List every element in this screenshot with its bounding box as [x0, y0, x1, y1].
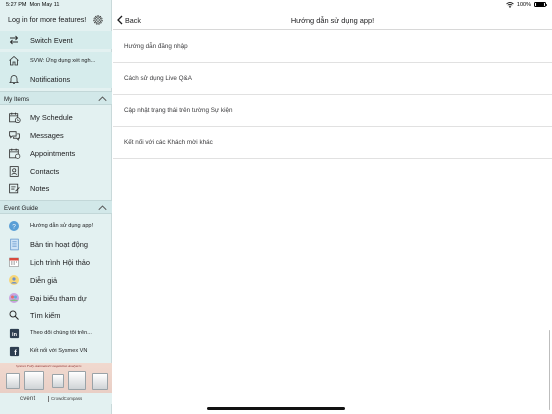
- sidebar-item-label: My Schedule: [30, 112, 73, 122]
- sidebar-item-appointments[interactable]: Appointments: [0, 144, 112, 162]
- agenda-icon: [7, 255, 21, 269]
- sidebar: Log in for more features! Switch Event S…: [0, 0, 112, 414]
- main-panel: Back Hướng dẫn sử dụng app! Hướng dẫn đă…: [113, 0, 552, 414]
- status-indicators: 100%: [506, 1, 547, 8]
- chevron-up-icon: [98, 96, 107, 102]
- sidebar-item-my-schedule[interactable]: My Schedule: [0, 108, 112, 126]
- list-item[interactable]: Kết nối với các Khách mời khác: [113, 127, 552, 159]
- home-indicator[interactable]: [207, 407, 345, 410]
- status-time: 5:27 PM Mon May 11: [6, 2, 59, 8]
- status-bar: 5:27 PM Mon May 11 100%: [0, 0, 552, 10]
- battery-icon: [534, 1, 547, 8]
- sidebar-item-label: Appointments: [30, 148, 76, 158]
- gear-icon[interactable]: [92, 14, 104, 26]
- battery-level: [535, 3, 545, 6]
- search-icon: [7, 308, 21, 322]
- cvent-logo: cvent: [20, 395, 36, 402]
- section-title: My Items: [4, 95, 30, 103]
- messages-icon: [7, 128, 21, 142]
- list-item-label: Hướng dẫn đăng nhập: [124, 43, 188, 50]
- sidebar-item-news[interactable]: Bản tin hoạt động: [0, 235, 112, 253]
- sidebar-item-label: Contacts: [30, 166, 60, 176]
- sidebar-item-label: Messages: [30, 130, 64, 140]
- list-item[interactable]: Hướng dẫn đăng nhập: [113, 31, 552, 63]
- sidebar-header: Log in for more features!: [0, 12, 112, 28]
- analyzer-image: [6, 373, 20, 389]
- sidebar-item-label: Theo dõi chúng tôi trên...: [30, 330, 92, 336]
- sidebar-item-speakers[interactable]: Diễn giả: [0, 271, 112, 289]
- sidebar-item-notifications[interactable]: Notifications: [0, 70, 112, 88]
- help-icon: ?: [7, 219, 21, 233]
- sidebar-item-attendees[interactable]: Đại biểu tham dự: [0, 289, 112, 307]
- sidebar-item-label: Hướng dẫn sử dụng app!: [30, 223, 94, 229]
- sidebar-item-messages[interactable]: Messages: [0, 126, 112, 144]
- footer-divider: [48, 396, 49, 402]
- list-item[interactable]: Cập nhật trạng thái trên tường Sự kiện: [113, 95, 552, 127]
- login-prompt[interactable]: Log in for more features!: [8, 15, 86, 24]
- calendar-icon: [7, 146, 21, 160]
- notes-icon: [7, 181, 21, 195]
- switch-arrows-icon: [7, 33, 21, 47]
- section-my-items[interactable]: My Items: [0, 91, 112, 105]
- time-text: 5:27 PM: [6, 2, 27, 8]
- sidebar-item-label: Notes: [30, 183, 50, 193]
- sidebar-item-notes[interactable]: Notes: [0, 179, 112, 197]
- bell-icon: [7, 72, 21, 86]
- sidebar-item-event-home[interactable]: SVW: Ứng dụng xét ngh...: [0, 52, 112, 70]
- section-event-guide[interactable]: Event Guide: [0, 200, 112, 214]
- section-title: Event Guide: [4, 204, 39, 212]
- sidebar-item-label: Lịch trình Hội thảo: [30, 257, 90, 267]
- linkedin-icon: in: [7, 326, 21, 340]
- facebook-icon: f: [7, 344, 21, 358]
- sidebar-item-label: Kết nối với Sysmex VN: [30, 348, 88, 354]
- sidebar-item-label: Tìm kiếm: [30, 310, 61, 320]
- news-icon: [7, 237, 21, 251]
- sidebar-item-facebook[interactable]: f Kết nối với Sysmex VN: [0, 342, 112, 360]
- schedule-icon: [7, 110, 21, 124]
- screen: Log in for more features! Switch Event S…: [0, 0, 552, 414]
- battery-percent: 100%: [516, 1, 531, 8]
- analyzer-image: [52, 374, 64, 388]
- attendees-icon: [7, 291, 21, 305]
- sidebar-item-linkedin[interactable]: in Theo dõi chúng tôi trên...: [0, 324, 112, 342]
- list-item-label: Cách sử dụng Live Q&A: [124, 75, 192, 82]
- analyzer-image: [68, 371, 86, 390]
- sidebar-item-label: Đại biểu tham dự: [30, 293, 87, 303]
- analyzer-image: [92, 373, 108, 390]
- crowdcompass-logo: CrowdCompass: [51, 396, 83, 401]
- sidebar-footer: cvent CrowdCompass: [0, 393, 112, 404]
- wifi-icon: [506, 1, 514, 8]
- sidebar-item-app-guide[interactable]: ? Hướng dẫn sử dụng app!: [0, 217, 112, 235]
- chevron-up-icon: [98, 205, 107, 211]
- sidebar-item-label: Bản tin hoạt động: [30, 239, 88, 249]
- page-title: Hướng dẫn sử dụng app!: [290, 16, 375, 25]
- contacts-icon: [7, 164, 21, 178]
- svg-text:?: ?: [12, 223, 16, 230]
- list-item-label: Cập nhật trạng thái trên tường Sự kiện: [124, 107, 233, 114]
- svg-text:in: in: [12, 331, 18, 337]
- sidebar-item-label: Diễn giả: [30, 275, 58, 285]
- date-text: Mon May 11: [29, 2, 60, 8]
- list-item-label: Kết nối với các Khách mời khác: [124, 139, 213, 146]
- sidebar-item-label: SVW: Ứng dụng xét ngh...: [30, 58, 96, 64]
- sidebar-item-search[interactable]: Tìm kiếm: [0, 306, 112, 324]
- banner-text: Sysmex Fully Automated Coagulation Analy…: [16, 364, 82, 368]
- sidebar-item-switch-event[interactable]: Switch Event: [0, 31, 112, 49]
- scrollbar[interactable]: [548, 330, 550, 410]
- analyzer-image: [24, 371, 44, 390]
- speaker-icon: [7, 273, 21, 287]
- sidebar-item-agenda[interactable]: Lịch trình Hội thảo: [0, 253, 112, 271]
- navigation-bar: Back Hướng dẫn sử dụng app!: [113, 12, 552, 30]
- home-icon: [7, 54, 21, 68]
- sponsor-banner[interactable]: Sysmex Fully Automated Coagulation Analy…: [0, 363, 112, 393]
- sidebar-item-contacts[interactable]: Contacts: [0, 162, 112, 180]
- sidebar-item-label: Switch Event: [30, 35, 73, 45]
- sidebar-item-label: Notifications: [30, 74, 71, 84]
- list-item[interactable]: Cách sử dụng Live Q&A: [113, 63, 552, 95]
